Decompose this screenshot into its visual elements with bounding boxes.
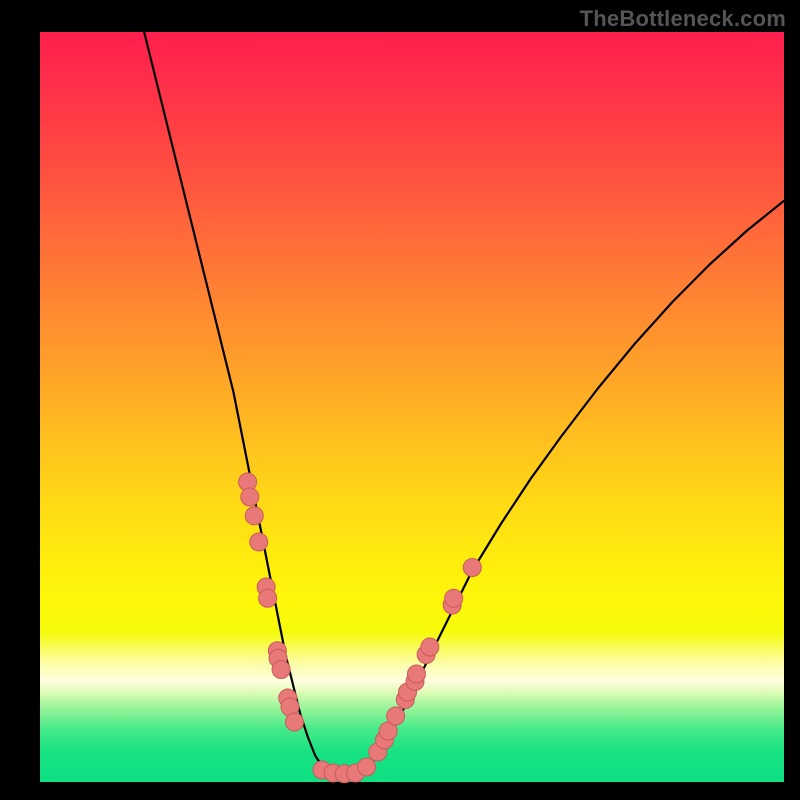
data-point <box>463 559 481 577</box>
data-point <box>421 638 439 656</box>
bottleneck-curve <box>144 32 784 775</box>
data-point <box>241 488 259 506</box>
curve-layer <box>40 32 784 782</box>
chart-stage: TheBottleneck.com <box>0 0 800 800</box>
data-point <box>285 713 303 731</box>
data-point <box>259 589 277 607</box>
watermark-text: TheBottleneck.com <box>580 6 786 32</box>
data-point <box>250 533 268 551</box>
data-point <box>407 665 425 683</box>
data-point <box>245 507 263 525</box>
data-point <box>387 707 405 725</box>
plot-area <box>40 32 784 782</box>
data-point <box>445 589 463 607</box>
data-point <box>272 661 290 679</box>
data-point <box>358 758 376 776</box>
